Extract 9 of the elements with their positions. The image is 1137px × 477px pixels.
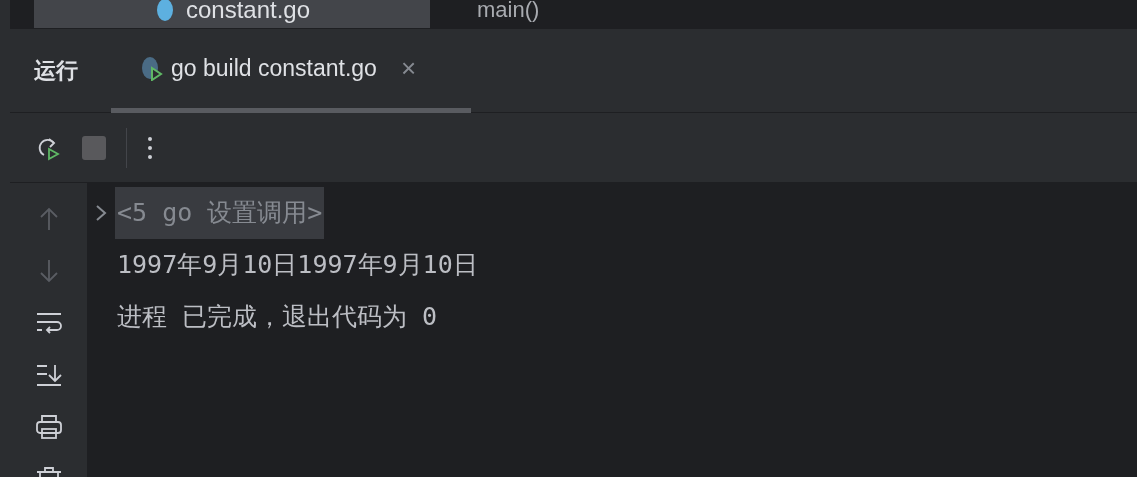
print-icon[interactable] (34, 413, 63, 441)
breadcrumb[interactable]: main() (477, 0, 540, 28)
console-line: 进程 已完成，退出代码为 0 (117, 301, 438, 334)
panel-title: 运行 (34, 57, 78, 85)
close-icon[interactable]: × (400, 48, 417, 88)
more-icon[interactable] (147, 135, 153, 160)
editor-tab[interactable]: constant.go (34, 0, 430, 28)
run-config-icon (139, 55, 163, 81)
console-line: 1997年9月10日1997年9月10日 (117, 249, 478, 282)
